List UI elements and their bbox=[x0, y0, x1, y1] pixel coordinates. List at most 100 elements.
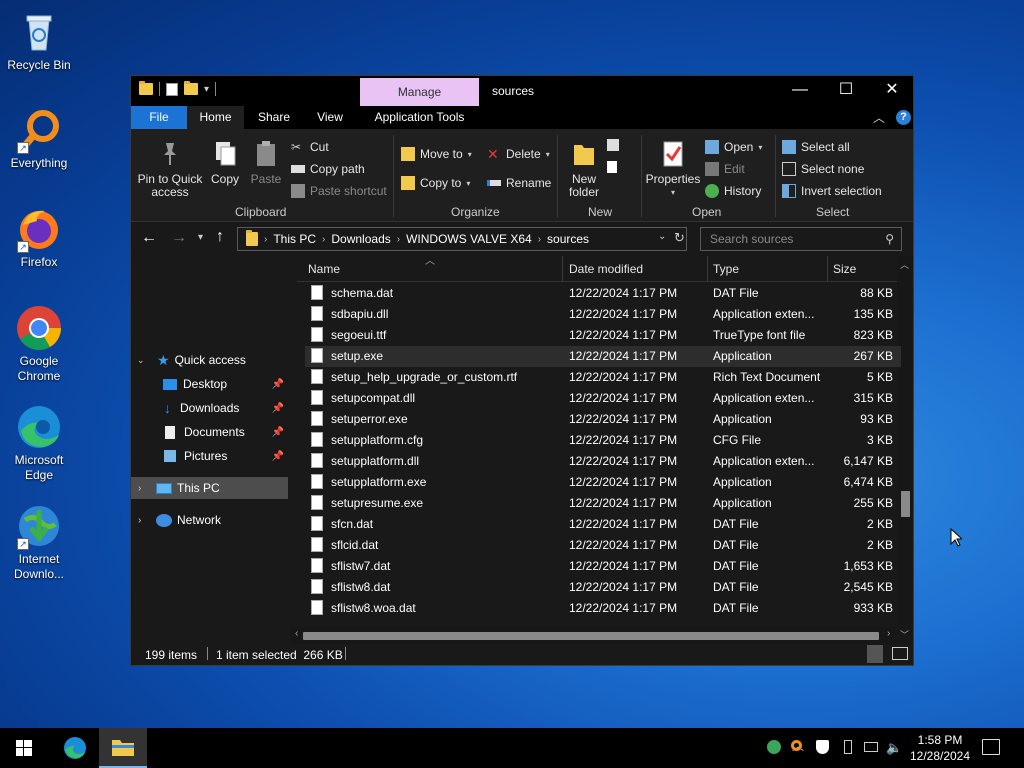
tab-view[interactable]: View bbox=[307, 106, 353, 129]
desktop-icon-firefox[interactable]: ↗ Firefox bbox=[4, 205, 74, 270]
breadcrumb-sources[interactable]: sources bbox=[547, 232, 589, 246]
file-explorer-window[interactable]: ▾ Manage sources — ☐ ✕ File Home Share V… bbox=[130, 75, 914, 666]
move-to-button[interactable]: Move to ▾ bbox=[401, 145, 472, 163]
edit-button[interactable]: Edit bbox=[705, 160, 745, 178]
file-row[interactable]: sflistw8.dat 12/22/2024 1:17 PM DAT File 2,… bbox=[305, 577, 901, 598]
start-button[interactable] bbox=[0, 728, 48, 768]
refresh-icon[interactable]: ↻ bbox=[674, 230, 685, 246]
tab-file[interactable]: File bbox=[131, 106, 187, 129]
column-size[interactable]: Size bbox=[833, 262, 856, 276]
file-row[interactable]: setupcompat.dll 12/22/2024 1:17 PM Applica… bbox=[305, 388, 901, 409]
address-dropdown-icon[interactable]: ⌄ bbox=[658, 231, 666, 242]
properties-button[interactable]: Properties ▾ bbox=[645, 139, 701, 199]
properties-qa-icon[interactable] bbox=[166, 82, 178, 96]
breadcrumb-windows-valve-x64[interactable]: WINDOWS VALVE X64 bbox=[406, 232, 532, 246]
file-row[interactable]: setupplatform.cfg 12/22/2024 1:17 PM CFG F… bbox=[305, 430, 901, 451]
back-arrow-icon[interactable]: ← bbox=[141, 229, 157, 247]
new-folder-button[interactable]: New folder bbox=[563, 139, 605, 199]
nav-quick-access[interactable]: ⌄ ★ Quick access bbox=[131, 349, 288, 371]
horizontal-scrollbar[interactable]: ‹ › bbox=[291, 627, 897, 644]
expand-chevron-icon[interactable]: ⌄ bbox=[137, 355, 149, 366]
taskbar-file-explorer[interactable] bbox=[99, 728, 147, 768]
tab-application-tools[interactable]: Application Tools bbox=[360, 106, 479, 129]
file-row[interactable]: schema.dat 12/22/2024 1:17 PM DAT File 88 K… bbox=[305, 283, 901, 304]
edge-tray-icon[interactable] bbox=[767, 740, 783, 756]
copy-path-button[interactable]: Copy path bbox=[291, 160, 365, 178]
file-row[interactable]: setupplatform.exe 12/22/2024 1:17 PM Appli… bbox=[305, 472, 901, 493]
collapse-ribbon-icon[interactable]: ︿ bbox=[873, 109, 885, 126]
close-icon[interactable]: ✕ bbox=[869, 76, 915, 106]
desktop-icon-internet-download-manager[interactable]: ↗ Internet Downlo... bbox=[4, 502, 74, 582]
column-type[interactable]: Type bbox=[713, 262, 739, 276]
vertical-scroll-thumb[interactable] bbox=[901, 491, 910, 517]
help-icon[interactable]: ? bbox=[896, 110, 911, 125]
file-row[interactable]: setuperror.exe 12/22/2024 1:17 PM Applicat… bbox=[305, 409, 901, 430]
expand-chevron-icon[interactable]: › bbox=[138, 483, 150, 494]
security-shield-icon[interactable] bbox=[816, 740, 832, 756]
nav-desktop[interactable]: Desktop 📌 bbox=[131, 373, 288, 395]
scroll-up-icon[interactable]: ︿ bbox=[900, 258, 909, 271]
select-none-button[interactable]: Select none bbox=[782, 160, 864, 178]
tab-manage[interactable]: Manage bbox=[360, 78, 479, 106]
desktop-icon-recycle-bin[interactable]: Recycle Bin bbox=[4, 8, 74, 73]
new-item-icon[interactable] bbox=[607, 139, 629, 153]
recent-locations-icon[interactable]: ▾ bbox=[198, 232, 203, 243]
clock[interactable]: 1:58 PM 12/28/2024 bbox=[906, 732, 974, 764]
file-row[interactable]: sflistw8.woa.dat 12/22/2024 1:17 PM DAT Fi… bbox=[305, 598, 901, 619]
scroll-down-icon[interactable]: ﹀ bbox=[900, 628, 909, 641]
minimize-icon[interactable]: — bbox=[777, 76, 823, 106]
file-row[interactable]: sdbapiu.dll 12/22/2024 1:17 PM Application… bbox=[305, 304, 901, 325]
nav-pictures[interactable]: Pictures 📌 bbox=[131, 445, 288, 467]
taskbar-edge[interactable] bbox=[51, 728, 99, 768]
up-arrow-icon[interactable]: ↑ bbox=[216, 228, 224, 246]
everything-tray-icon[interactable] bbox=[791, 740, 807, 756]
open-button[interactable]: Open ▾ bbox=[705, 138, 762, 156]
paste-button[interactable]: Paste bbox=[249, 139, 283, 186]
breadcrumb-this-pc[interactable]: This PC bbox=[273, 232, 316, 246]
tab-home[interactable]: Home bbox=[187, 106, 244, 129]
customize-qa-icon[interactable]: ▾ bbox=[204, 84, 209, 95]
large-icons-view-icon[interactable] bbox=[892, 647, 908, 660]
expand-chevron-icon[interactable]: › bbox=[138, 515, 150, 526]
file-row[interactable]: setup.exe 12/22/2024 1:17 PM Application 26… bbox=[305, 346, 901, 367]
invert-selection-button[interactable]: Invert selection bbox=[782, 182, 882, 200]
nav-this-pc[interactable]: › This PC bbox=[131, 477, 288, 499]
nav-downloads[interactable]: ↓ Downloads 📌 bbox=[131, 397, 288, 419]
new-folder-qa-icon[interactable] bbox=[184, 81, 198, 95]
file-row[interactable]: segoeui.ttf 12/22/2024 1:17 PM TrueType fo… bbox=[305, 325, 901, 346]
details-view-icon[interactable] bbox=[867, 645, 883, 663]
cut-button[interactable]: ✂ Cut bbox=[291, 138, 329, 156]
desktop-icon-everything[interactable]: ↗ Everything bbox=[4, 106, 74, 171]
usb-device-icon[interactable] bbox=[840, 740, 856, 756]
breadcrumb-downloads[interactable]: Downloads bbox=[331, 232, 390, 246]
pin-to-quick-access-button[interactable]: Pin to Quick access bbox=[137, 139, 203, 199]
horizontal-scroll-thumb[interactable] bbox=[303, 632, 879, 640]
network-tray-icon[interactable] bbox=[864, 740, 880, 756]
file-row[interactable]: setupplatform.dll 12/22/2024 1:17 PM Appli… bbox=[305, 451, 901, 472]
file-row[interactable]: sfcn.dat 12/22/2024 1:17 PM DAT File 2 KB bbox=[305, 514, 901, 535]
file-row[interactable]: setupresume.exe 12/22/2024 1:17 PM Applica… bbox=[305, 493, 901, 514]
easy-access-icon[interactable] bbox=[607, 161, 629, 175]
column-date-modified[interactable]: Date modified bbox=[569, 262, 643, 276]
desktop-icon-microsoft-edge[interactable]: Microsoft Edge bbox=[4, 403, 74, 483]
scroll-right-icon[interactable]: › bbox=[887, 628, 890, 639]
column-name[interactable]: Name bbox=[308, 262, 340, 276]
copy-button[interactable]: Copy bbox=[207, 139, 243, 186]
search-input[interactable]: Search sources ⚲ bbox=[700, 227, 902, 251]
history-button[interactable]: History bbox=[705, 182, 761, 200]
volume-muted-icon[interactable]: 🔈 bbox=[886, 740, 902, 756]
delete-button[interactable]: ✕ Delete ▾ bbox=[487, 145, 550, 163]
select-all-button[interactable]: Select all bbox=[782, 138, 850, 156]
forward-arrow-icon[interactable]: → bbox=[171, 229, 187, 247]
nav-documents[interactable]: Documents 📌 bbox=[131, 421, 288, 443]
scroll-left-icon[interactable]: ‹ bbox=[295, 628, 298, 639]
tab-share[interactable]: Share bbox=[251, 106, 297, 129]
file-row[interactable]: setup_help_upgrade_or_custom.rtf 12/22/20… bbox=[305, 367, 901, 388]
rename-button[interactable]: Rename bbox=[487, 174, 551, 192]
copy-to-button[interactable]: Copy to ▾ bbox=[401, 174, 470, 192]
notifications-icon[interactable] bbox=[982, 739, 1000, 755]
file-row[interactable]: sflistw7.dat 12/22/2024 1:17 PM DAT File 1,… bbox=[305, 556, 901, 577]
file-row[interactable]: sflcid.dat 12/22/2024 1:17 PM DAT File 2 KB bbox=[305, 535, 901, 556]
title-bar[interactable]: ▾ Manage sources — ☐ ✕ bbox=[131, 76, 913, 106]
maximize-icon[interactable]: ☐ bbox=[823, 76, 869, 106]
